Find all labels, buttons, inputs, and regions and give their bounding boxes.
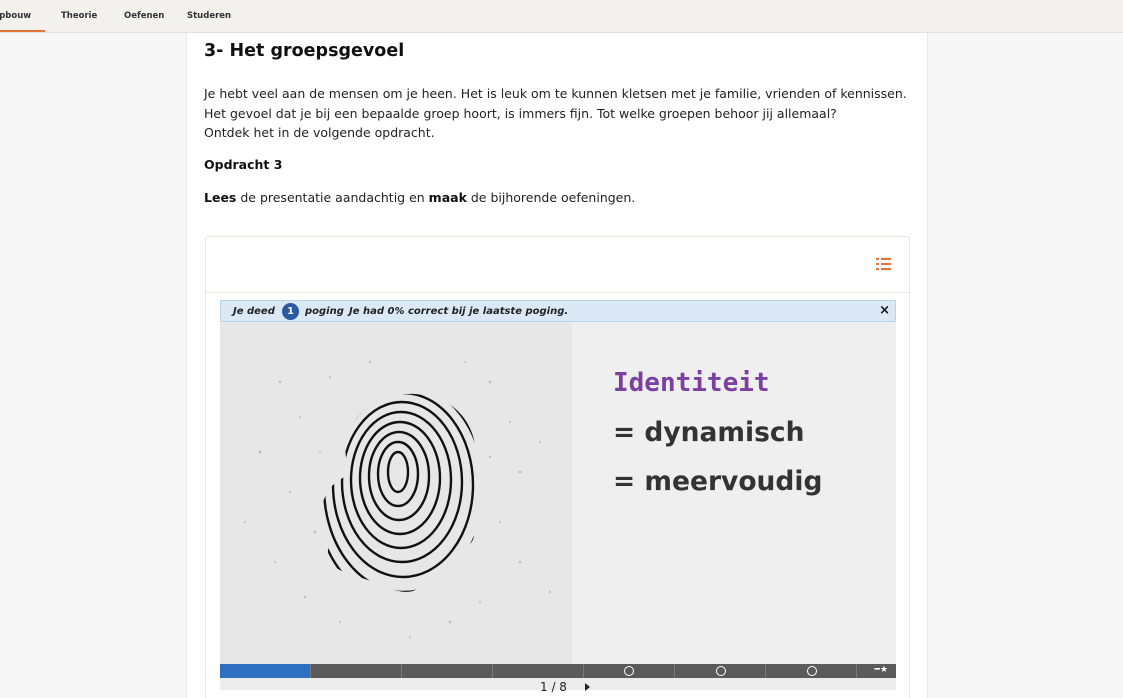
attempt-count-badge: 1 bbox=[282, 303, 299, 320]
slide-line: = dynamisch bbox=[613, 417, 805, 448]
next-slide-icon[interactable] bbox=[585, 683, 590, 691]
tab-opbouw[interactable]: Opbouw bbox=[0, 11, 46, 32]
list-icon[interactable] bbox=[876, 257, 891, 271]
attempt-notice: Je deed 1 poging Je had 0% correct bij j… bbox=[220, 300, 896, 322]
task-verb-read: Lees bbox=[204, 190, 237, 205]
slide-pager: 1 / 8 bbox=[540, 680, 567, 694]
slide-progress[interactable]: ━★ bbox=[220, 664, 896, 678]
slide-line: = meervoudig bbox=[613, 466, 823, 497]
tab-studeren[interactable]: Studeren bbox=[187, 11, 231, 21]
exercise-marker-icon[interactable] bbox=[716, 666, 726, 676]
progress-segment[interactable] bbox=[402, 664, 493, 678]
slide-title: Identiteit bbox=[613, 368, 770, 398]
task-text: de presentatie aandachtig en bbox=[236, 190, 429, 205]
tab-oefenen[interactable]: Oefenen bbox=[124, 11, 164, 21]
progress-segment[interactable] bbox=[311, 664, 402, 678]
task-heading: Opdracht 3 bbox=[204, 157, 283, 172]
attempt-suffix: poging bbox=[305, 306, 344, 317]
tab-theorie[interactable]: Theorie bbox=[61, 11, 97, 21]
slide-image-panel bbox=[220, 322, 572, 664]
task-text-end: de bijhorende oefeningen. bbox=[466, 190, 636, 205]
top-navigation: Opbouw Theorie Oefenen Studeren bbox=[0, 0, 1123, 33]
slide: Identiteit = dynamisch = meervoudig bbox=[220, 322, 896, 664]
exercise-marker-icon[interactable] bbox=[624, 666, 634, 676]
intro-text: Je hebt veel aan de mensen om je heen. H… bbox=[204, 84, 907, 143]
close-icon[interactable]: × bbox=[879, 303, 890, 318]
task-instruction: Lees de presentatie aandachtig en maak d… bbox=[204, 190, 635, 205]
intro-line: Je hebt veel aan de mensen om je heen. H… bbox=[204, 86, 907, 101]
progress-segment[interactable] bbox=[220, 664, 311, 678]
presentation-card: Je deed 1 poging Je had 0% correct bij j… bbox=[205, 236, 910, 698]
task-verb-make: maak bbox=[428, 190, 467, 205]
content-panel: 3- Het groepsgevoel Je hebt veel aan de … bbox=[186, 33, 928, 698]
attempt-result: Je had 0% correct bij je laatste poging. bbox=[349, 306, 569, 317]
presentation-viewer: Je deed 1 poging Je had 0% correct bij j… bbox=[220, 300, 896, 694]
intro-line: Ontdek het in de volgende opdracht. bbox=[204, 125, 435, 140]
progress-segment[interactable] bbox=[493, 664, 584, 678]
intro-line: Het gevoel dat je bij een bepaalde groep… bbox=[204, 105, 837, 121]
attempt-prefix: Je deed bbox=[233, 306, 275, 317]
star-icon[interactable]: ━★ bbox=[875, 665, 889, 675]
fingerprint-head-image bbox=[244, 360, 552, 638]
card-header bbox=[206, 237, 909, 293]
page-title: 3- Het groepsgevoel bbox=[204, 41, 405, 61]
exercise-marker-icon[interactable] bbox=[807, 666, 817, 676]
